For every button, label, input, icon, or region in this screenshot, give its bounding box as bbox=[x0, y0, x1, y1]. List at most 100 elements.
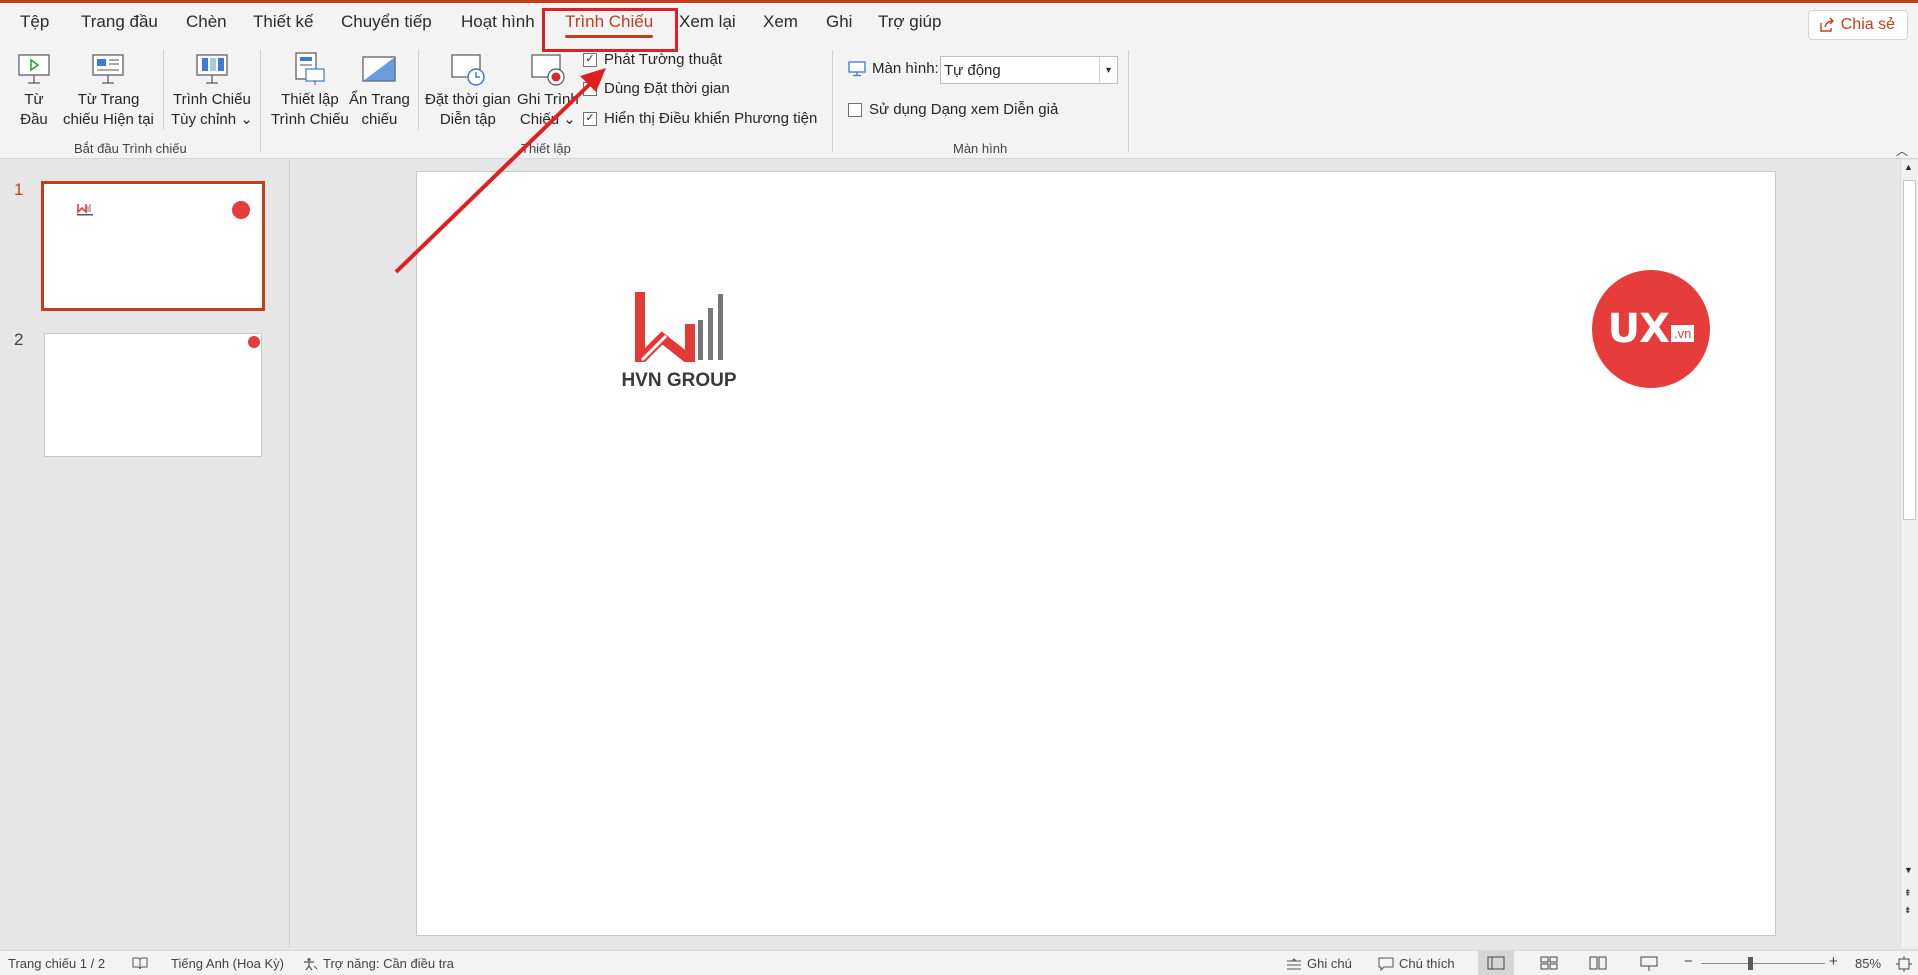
ux-logo-text: UX bbox=[1607, 306, 1670, 352]
from-beginning-label-2: Đầu bbox=[20, 111, 48, 128]
custom-slide-show-button[interactable]: Trình Chiếu Tùy chỉnh ⌄ bbox=[171, 48, 253, 130]
rehearse-timings-icon bbox=[448, 48, 488, 90]
slide-sorter-icon bbox=[1540, 956, 1558, 970]
slide-show-icon bbox=[1640, 956, 1658, 971]
group-separator bbox=[832, 50, 833, 152]
hide-slide-icon bbox=[359, 48, 399, 90]
share-button[interactable]: Chia sẻ bbox=[1807, 10, 1908, 40]
rehearse-timings-button[interactable]: Đặt thời gian Diễn tập bbox=[425, 48, 511, 130]
from-beginning-button[interactable]: Từ Đầu bbox=[14, 48, 54, 130]
presenter-view-label: Sử dụng Dạng xem Diễn giả bbox=[869, 101, 1059, 118]
checkbox-unchecked-icon bbox=[848, 102, 862, 117]
scroll-down-icon[interactable]: ▼ bbox=[1904, 865, 1913, 875]
tab-insert[interactable]: Chèn bbox=[186, 12, 227, 32]
notes-icon bbox=[1287, 957, 1301, 969]
set-up-show-icon bbox=[290, 48, 330, 90]
use-timings-label: Dùng Đặt thời gian bbox=[604, 80, 730, 97]
scroll-up-icon[interactable]: ▲ bbox=[1904, 162, 1913, 172]
show-media-controls-checkbox[interactable]: ✓ Hiển thị Điều khiển Phương tiện bbox=[583, 110, 817, 127]
tab-file[interactable]: Tệp bbox=[20, 12, 49, 32]
from-current-slide-button[interactable]: Từ Trang chiếu Hiện tại bbox=[63, 48, 154, 130]
set-up-label-1: Thiết lập bbox=[281, 91, 339, 108]
set-up-slide-show-button[interactable]: Thiết lập Trình Chiếu bbox=[271, 48, 349, 130]
presenter-view-checkbox[interactable]: Sử dụng Dạng xem Diễn giả bbox=[848, 101, 1058, 118]
zoom-slider-track[interactable] bbox=[1701, 963, 1825, 964]
monitor-select[interactable]: Tự động ▾ bbox=[940, 56, 1118, 84]
checkbox-checked-icon: ✓ bbox=[583, 52, 597, 67]
collapse-ribbon-icon[interactable]: ︿ bbox=[1896, 142, 1908, 159]
checkbox-checked-icon: ✓ bbox=[583, 111, 597, 126]
reading-view-button[interactable] bbox=[1589, 956, 1607, 970]
custom-show-label-2: Tùy chỉnh ⌄ bbox=[171, 111, 253, 128]
language-indicator[interactable]: Tiếng Anh (Hoa Kỳ) bbox=[171, 956, 284, 971]
group-label-start: Bắt đầu Trình chiếu bbox=[74, 141, 187, 156]
hvn-logo-text: HVN GROUP bbox=[621, 370, 737, 391]
tab-slide-show[interactable]: Trình Chiếu bbox=[565, 12, 654, 38]
from-current-label-2: chiếu Hiện tại bbox=[63, 111, 154, 128]
reading-view-icon bbox=[1589, 956, 1607, 970]
from-beginning-label-1: Từ bbox=[24, 91, 44, 108]
play-narrations-checkbox[interactable]: ✓ Phát Tường thuật bbox=[583, 51, 722, 68]
slide-thumbnail-1[interactable] bbox=[41, 181, 265, 311]
scrollbar-thumb[interactable] bbox=[1903, 180, 1916, 520]
hvn-logo-mark bbox=[635, 292, 723, 373]
slide-thumbnail-2[interactable] bbox=[44, 333, 262, 457]
accessibility-label: Trợ năng: Cần điều tra bbox=[323, 956, 454, 971]
comments-button[interactable]: Chú thích bbox=[1378, 956, 1455, 971]
record-label-2: Chiếu ⌄ bbox=[519, 111, 576, 128]
tab-record[interactable]: Ghi bbox=[826, 12, 852, 32]
tab-home[interactable]: Trang đầu bbox=[81, 12, 158, 32]
separator bbox=[163, 50, 164, 130]
notes-button[interactable]: Ghi chú bbox=[1286, 956, 1352, 971]
comment-icon bbox=[1378, 957, 1394, 971]
next-slide-icon[interactable]: ⇟ bbox=[1904, 905, 1912, 916]
normal-view-button[interactable] bbox=[1478, 951, 1514, 975]
ribbon-tabs-bar: Tệp Trang đầu Chèn Thiết kế Chuyển tiếp … bbox=[0, 0, 1918, 44]
tab-help[interactable]: Trợ giúp bbox=[878, 12, 941, 32]
notes-label: Ghi chú bbox=[1307, 956, 1352, 971]
monitor-icon bbox=[848, 60, 866, 76]
zoom-slider-knob[interactable] bbox=[1748, 957, 1753, 970]
tab-view[interactable]: Xem bbox=[763, 12, 798, 32]
slide-sorter-button[interactable] bbox=[1540, 956, 1558, 970]
hide-slide-label-1: Ẩn Trang bbox=[349, 91, 410, 108]
status-bar: Trang chiếu 1 / 2 Tiếng Anh (Hoa Kỳ) Trợ… bbox=[0, 950, 1918, 975]
group-label-setup: Thiết lập bbox=[521, 141, 571, 156]
accessibility-icon bbox=[304, 957, 318, 970]
checkbox-unchecked-icon bbox=[583, 81, 597, 96]
tab-design[interactable]: Thiết kế bbox=[253, 12, 313, 32]
zoom-level[interactable]: 85% bbox=[1855, 956, 1881, 971]
from-current-icon bbox=[88, 48, 128, 90]
group-separator bbox=[1128, 50, 1129, 152]
rehearse-label-2: Diễn tập bbox=[439, 111, 496, 128]
from-current-label-1: Từ Trang bbox=[77, 91, 140, 108]
vertical-scrollbar[interactable]: ▲ ▼ ⇞ ⇟ bbox=[1900, 160, 1918, 948]
comments-label: Chú thích bbox=[1399, 956, 1455, 971]
ux-logo-mini bbox=[232, 201, 250, 219]
hide-slide-button[interactable]: Ẩn Trang chiếu bbox=[349, 48, 410, 130]
play-narrations-label: Phát Tường thuật bbox=[604, 51, 723, 68]
use-timings-checkbox[interactable]: Dùng Đặt thời gian bbox=[583, 80, 730, 97]
zoom-in-icon[interactable]: + bbox=[1829, 953, 1838, 970]
record-slide-show-button[interactable]: Ghi Trình Chiếu ⌄ bbox=[517, 48, 579, 130]
separator bbox=[418, 50, 419, 130]
slide-show-view-button[interactable] bbox=[1640, 956, 1658, 972]
normal-view-icon bbox=[1487, 956, 1505, 970]
slide-number: 1 bbox=[14, 180, 24, 199]
slide-canvas[interactable]: HVN GROUP UX .vn bbox=[416, 171, 1776, 936]
tab-animations[interactable]: Hoạt hình bbox=[461, 12, 535, 32]
slide-thumbnails-pane: 1 2 bbox=[0, 160, 290, 948]
accessibility-button[interactable]: Trợ năng: Cần điều tra bbox=[302, 956, 454, 971]
tab-review[interactable]: Xem lại bbox=[679, 12, 736, 32]
hvn-group-logo: HVN GROUP bbox=[614, 290, 744, 391]
previous-slide-icon[interactable]: ⇞ bbox=[1904, 888, 1912, 899]
zoom-out-icon[interactable]: − bbox=[1684, 953, 1693, 970]
ux-logo-suffix: .vn bbox=[1670, 324, 1695, 342]
slide-number: 2 bbox=[14, 330, 24, 349]
tab-transitions[interactable]: Chuyển tiếp bbox=[341, 12, 432, 32]
share-label: Chia sẻ bbox=[1840, 16, 1895, 33]
monitor-select-value: Tự động bbox=[944, 61, 1001, 79]
spell-check-icon[interactable] bbox=[132, 956, 148, 970]
group-separator bbox=[260, 50, 261, 152]
fit-to-window-icon[interactable] bbox=[1896, 956, 1912, 972]
